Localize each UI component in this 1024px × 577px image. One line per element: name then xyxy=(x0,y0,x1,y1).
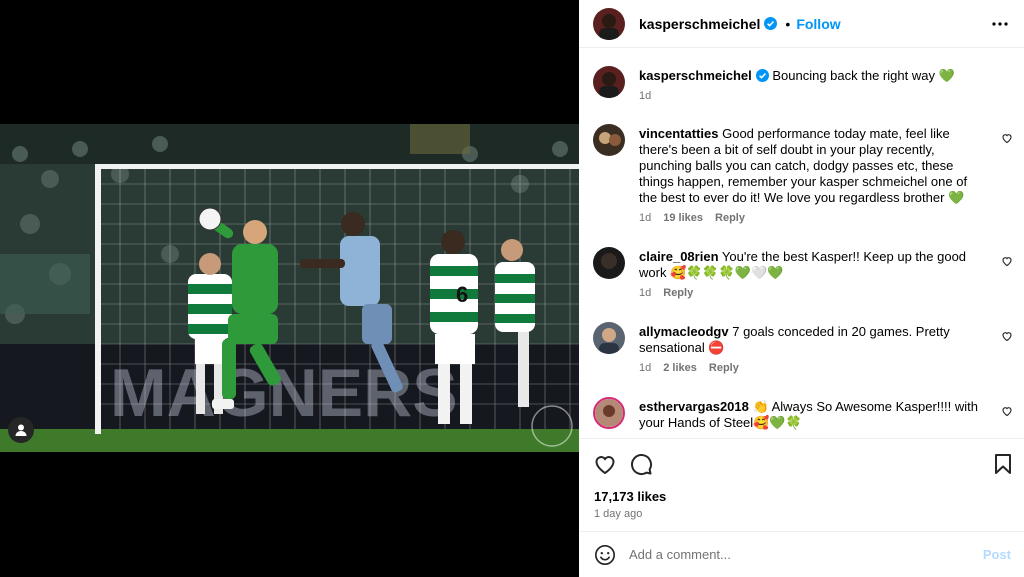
emoji-icon[interactable] xyxy=(594,544,616,566)
post-comment-button[interactable]: Post xyxy=(983,547,1011,562)
heart-icon[interactable] xyxy=(1001,405,1013,417)
comment-text: claire_08rien You're the best Kasper!! K… xyxy=(639,249,967,280)
comment-time: 1d xyxy=(639,212,652,224)
comment-username[interactable]: allymacleodgv xyxy=(639,324,729,339)
comment-time: 1d xyxy=(639,362,652,374)
comment-text: esthervargas2018 👏 Always So Awesome Kas… xyxy=(639,399,978,430)
reply-button[interactable]: Reply xyxy=(715,212,745,224)
follow-button[interactable]: Follow xyxy=(796,16,840,32)
verified-badge-icon xyxy=(764,17,778,30)
comment-username[interactable]: esthervargas2018 xyxy=(639,399,749,414)
comment-input[interactable] xyxy=(629,547,969,562)
post-photo[interactable]: MAGNERS 6 xyxy=(0,124,579,452)
comment-text: allymacleodgv 7 goals conceded in 20 gam… xyxy=(639,324,950,355)
comment-meta: 1d 2 likes Reply xyxy=(639,362,739,374)
author-username[interactable]: kasperschmeichel xyxy=(639,16,760,32)
comment-icon[interactable] xyxy=(629,452,653,476)
caption-username[interactable]: kasperschmeichel xyxy=(639,68,752,83)
caption-meta: 1d xyxy=(639,90,651,102)
comment-username[interactable]: vincentatties xyxy=(639,126,718,141)
comment-likes[interactable]: 19 likes xyxy=(663,212,703,224)
board-text: MAGNERS xyxy=(110,355,458,431)
commenter-avatar[interactable] xyxy=(593,124,625,156)
author-avatar[interactable] xyxy=(593,66,625,98)
comment-username[interactable]: claire_08rien xyxy=(639,249,719,264)
comment-time: 1d xyxy=(639,287,652,299)
post-actions: 17,173 likes 1 day ago xyxy=(579,438,1024,531)
author-avatar[interactable] xyxy=(593,7,625,40)
svg-text:6: 6 xyxy=(456,282,468,307)
user-tag-icon[interactable] xyxy=(8,417,34,443)
reply-button[interactable]: Reply xyxy=(663,287,693,299)
commenter-avatar[interactable] xyxy=(593,397,625,429)
comment-meta: 1d Reply xyxy=(639,287,693,299)
commenter-avatar[interactable] xyxy=(593,322,625,354)
heart-icon[interactable] xyxy=(1001,255,1013,267)
media-area: MAGNERS 6 xyxy=(0,0,579,577)
post-time[interactable]: 1 day ago xyxy=(594,508,642,520)
caption-text: kasperschmeichel Bouncing back the right… xyxy=(639,68,955,83)
post-panel: kasperschmeichel • Follow kasperschmeich… xyxy=(579,0,1024,577)
comment-likes[interactable]: 2 likes xyxy=(663,362,697,374)
separator-dot: • xyxy=(785,15,791,32)
bookmark-icon[interactable] xyxy=(991,452,1015,476)
comment-composer: Post xyxy=(579,531,1024,577)
comment-meta: 1d 19 likes Reply xyxy=(639,212,745,224)
comment-text: vincentatties Good performance today mat… xyxy=(639,126,968,205)
heart-icon[interactable] xyxy=(1001,132,1013,144)
heart-icon[interactable] xyxy=(593,452,617,476)
more-options-icon[interactable] xyxy=(990,14,1010,34)
caption-time: 1d xyxy=(639,90,652,102)
likes-count[interactable]: 17,173 likes xyxy=(594,489,666,504)
reply-button[interactable]: Reply xyxy=(709,362,739,374)
commenter-avatar[interactable] xyxy=(593,247,625,279)
comments-list[interactable]: kasperschmeichel Bouncing back the right… xyxy=(579,48,1024,438)
post-header: kasperschmeichel • Follow xyxy=(579,0,1024,48)
heart-icon[interactable] xyxy=(1001,330,1013,342)
verified-badge-icon xyxy=(755,69,769,82)
